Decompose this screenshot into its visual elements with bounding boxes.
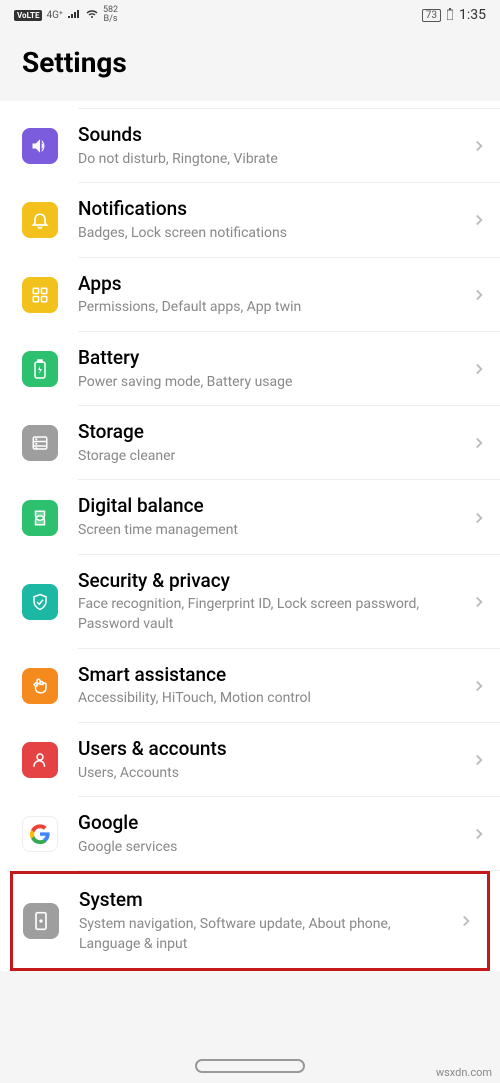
smart-assistance-icon <box>22 668 58 704</box>
row-title: Users & accounts <box>78 737 462 762</box>
row-subtitle: Users, Accounts <box>78 764 462 784</box>
signal-icon <box>67 8 81 22</box>
row-security[interactable]: Security & privacy Face recognition, Fin… <box>0 555 500 649</box>
security-icon <box>22 584 58 620</box>
volte-badge: VoLTE <box>14 10 42 21</box>
row-apps[interactable]: Apps Permissions, Default apps, App twin <box>0 258 500 332</box>
chevron-right-icon <box>470 677 488 695</box>
chevron-right-icon <box>470 286 488 304</box>
digital-balance-icon <box>22 500 58 536</box>
network-type: 4G⁺ <box>46 10 62 21</box>
row-subtitle: Badges, Lock screen notifications <box>78 224 462 244</box>
row-subtitle: Screen time management <box>78 521 462 541</box>
row-title: Storage <box>78 420 462 445</box>
battery-indicator: 73 <box>422 9 441 22</box>
row-subtitle: Storage cleaner <box>78 447 462 467</box>
row-title: Apps <box>78 272 462 297</box>
storage-icon <box>22 425 58 461</box>
status-bar: VoLTE 4G⁺ 582B/s 73 1:35 <box>0 0 500 30</box>
row-google[interactable]: Google Google services <box>0 797 500 871</box>
network-speed: 582B/s <box>103 6 118 24</box>
row-title: Sounds <box>78 123 462 148</box>
system-icon <box>23 903 59 939</box>
row-title: Notifications <box>78 197 462 222</box>
row-storage[interactable]: Storage Storage cleaner <box>0 406 500 480</box>
row-subtitle: System navigation, Software update, Abou… <box>79 915 449 954</box>
row-subtitle: Do not disturb, Ringtone, Vibrate <box>78 150 462 170</box>
row-title: Google <box>78 811 462 836</box>
row-smart-assistance[interactable]: Smart assistance Accessibility, HiTouch,… <box>0 649 500 723</box>
chevron-right-icon <box>470 751 488 769</box>
chevron-right-icon <box>457 912 475 930</box>
chevron-right-icon <box>470 825 488 843</box>
watermark: wsxdn.com <box>436 1066 492 1079</box>
chevron-right-icon <box>470 211 488 229</box>
chevron-right-icon <box>470 509 488 527</box>
battery-icon <box>447 8 453 23</box>
sounds-icon <box>22 128 58 164</box>
chevron-right-icon <box>470 137 488 155</box>
row-subtitle: Face recognition, Fingerprint ID, Lock s… <box>78 595 462 634</box>
system-highlight: System System navigation, Software updat… <box>10 871 490 971</box>
users-icon <box>22 742 58 778</box>
row-users[interactable]: Users & accounts Users, Accounts <box>0 723 500 797</box>
row-title: Smart assistance <box>78 663 462 688</box>
row-title: Battery <box>78 346 462 371</box>
clock: 1:35 <box>459 7 486 23</box>
battery-icon <box>22 351 58 387</box>
status-left: VoLTE 4G⁺ 582B/s <box>14 6 118 24</box>
chevron-right-icon <box>470 593 488 611</box>
row-title: Digital balance <box>78 494 462 519</box>
row-subtitle: Power saving mode, Battery usage <box>78 373 462 393</box>
settings-list[interactable]: Sounds Do not disturb, Ringtone, Vibrate… <box>0 109 500 971</box>
row-digital-balance[interactable]: Digital balance Screen time management <box>0 480 500 554</box>
chevron-right-icon <box>470 434 488 452</box>
page-title: Settings <box>0 30 500 101</box>
row-subtitle: Google services <box>78 838 462 858</box>
status-right: 73 1:35 <box>422 7 486 23</box>
chevron-right-icon <box>470 360 488 378</box>
row-sounds[interactable]: Sounds Do not disturb, Ringtone, Vibrate <box>0 109 500 183</box>
row-subtitle: Accessibility, HiTouch, Motion control <box>78 689 462 709</box>
row-subtitle: Permissions, Default apps, App twin <box>78 298 462 318</box>
row-battery[interactable]: Battery Power saving mode, Battery usage <box>0 332 500 406</box>
google-icon <box>22 816 58 852</box>
row-notifications[interactable]: Notifications Badges, Lock screen notifi… <box>0 183 500 257</box>
partial-prev-row <box>78 101 500 109</box>
row-system[interactable]: System System navigation, Software updat… <box>13 874 487 968</box>
gesture-nav-pill[interactable] <box>195 1059 305 1073</box>
row-title: System <box>79 888 449 913</box>
wifi-icon <box>85 8 99 22</box>
row-title: Security & privacy <box>78 569 462 594</box>
notifications-icon <box>22 202 58 238</box>
apps-icon <box>22 277 58 313</box>
